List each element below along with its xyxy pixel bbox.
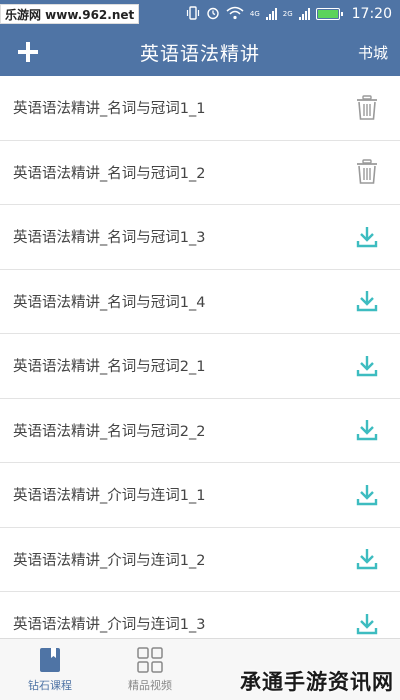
- list-item[interactable]: 英语语法精讲_名词与冠词2_1: [0, 334, 400, 399]
- lesson-title: 英语语法精讲_名词与冠词2_1: [13, 359, 206, 376]
- page-title: 英语语法精讲: [139, 42, 260, 65]
- tab-diamond-courses[interactable]: 钻石课程: [0, 639, 100, 700]
- alarm-icon: [206, 6, 220, 23]
- download-button[interactable]: [352, 609, 382, 638]
- lesson-title: 英语语法精讲_名词与冠词1_4: [13, 294, 206, 311]
- download-icon: [356, 226, 378, 247]
- list-item[interactable]: 英语语法精讲_名词与冠词1_2: [0, 141, 400, 205]
- list-item[interactable]: 英语语法精讲_名词与冠词2_2: [0, 399, 400, 463]
- download-icon: [356, 484, 378, 505]
- download-icon: [356, 613, 378, 634]
- download-button[interactable]: [352, 222, 382, 252]
- signal-icon-2: [298, 8, 310, 20]
- download-button[interactable]: [352, 415, 382, 445]
- list-item[interactable]: 英语语法精讲_名词与冠词1_3: [0, 205, 400, 270]
- signal-icon-1: [265, 8, 277, 20]
- download-icon: [356, 420, 378, 441]
- list-item[interactable]: 英语语法精讲_介词与连词1_3: [0, 592, 400, 638]
- lesson-title: 英语语法精讲_名词与冠词2_2: [13, 423, 206, 440]
- download-button[interactable]: [352, 480, 382, 510]
- watermark-text: 承通手游资讯网: [240, 670, 394, 694]
- clock: 17:20: [351, 6, 392, 22]
- plus-icon: [18, 42, 38, 62]
- list-item[interactable]: 英语语法精讲_介词与连词1_2: [0, 528, 400, 592]
- lesson-title: 英语语法精讲_介词与连词1_1: [13, 488, 206, 505]
- tab-label: 钻石课程: [28, 678, 72, 692]
- lesson-title: 英语语法精讲_名词与冠词1_2: [13, 165, 206, 182]
- site-watermark: 乐游网 www.962.net: [0, 4, 140, 24]
- bottom-watermark: 承通手游资讯网: [240, 648, 400, 700]
- trash-icon: [357, 95, 377, 120]
- wifi-icon: [226, 6, 244, 23]
- add-button[interactable]: [14, 38, 42, 66]
- download-icon: [356, 291, 378, 312]
- app-header: 英语语法精讲 书城: [0, 28, 400, 76]
- delete-button[interactable]: [352, 93, 382, 123]
- tab-premium-videos[interactable]: 精品视频: [100, 639, 200, 700]
- lesson-title: 英语语法精讲_介词与连词1_3: [13, 617, 206, 634]
- lesson-list: 英语语法精讲_名词与冠词1_1 英语语法精讲_名词与冠词1_2 英语语法精讲_名…: [0, 76, 400, 638]
- grid-icon: [137, 646, 163, 673]
- bottom-tab-bar: 钻石课程 精品视频 承通手游资讯网: [0, 638, 400, 700]
- network-label-2: 2G: [282, 10, 293, 18]
- lesson-title: 英语语法精讲_名词与冠词1_1: [13, 101, 206, 118]
- battery-icon: [315, 8, 343, 20]
- download-icon: [356, 549, 378, 570]
- lesson-title: 英语语法精讲_介词与连词1_2: [13, 552, 206, 569]
- tab-label: 精品视频: [128, 678, 172, 692]
- list-item[interactable]: 英语语法精讲_名词与冠词1_4: [0, 270, 400, 334]
- store-button[interactable]: 书城: [358, 42, 388, 63]
- lesson-title: 英语语法精讲_名词与冠词1_3: [13, 230, 206, 247]
- bookmark-book-icon: [40, 647, 60, 672]
- trash-icon: [357, 159, 377, 185]
- status-bar: 乐游网 www.962.net 4G 2G 17:20: [0, 0, 400, 28]
- vibrate-icon: [186, 5, 200, 23]
- download-button[interactable]: [352, 544, 382, 574]
- network-label-1: 4G: [249, 9, 260, 18]
- download-button[interactable]: [352, 286, 382, 316]
- list-item[interactable]: 英语语法精讲_介词与连词1_1: [0, 463, 400, 528]
- status-icons: 4G 2G 17:20: [186, 0, 392, 28]
- download-icon: [356, 355, 378, 376]
- delete-button[interactable]: [352, 157, 382, 187]
- list-item[interactable]: 英语语法精讲_名词与冠词1_1: [0, 76, 400, 141]
- download-button[interactable]: [352, 351, 382, 381]
